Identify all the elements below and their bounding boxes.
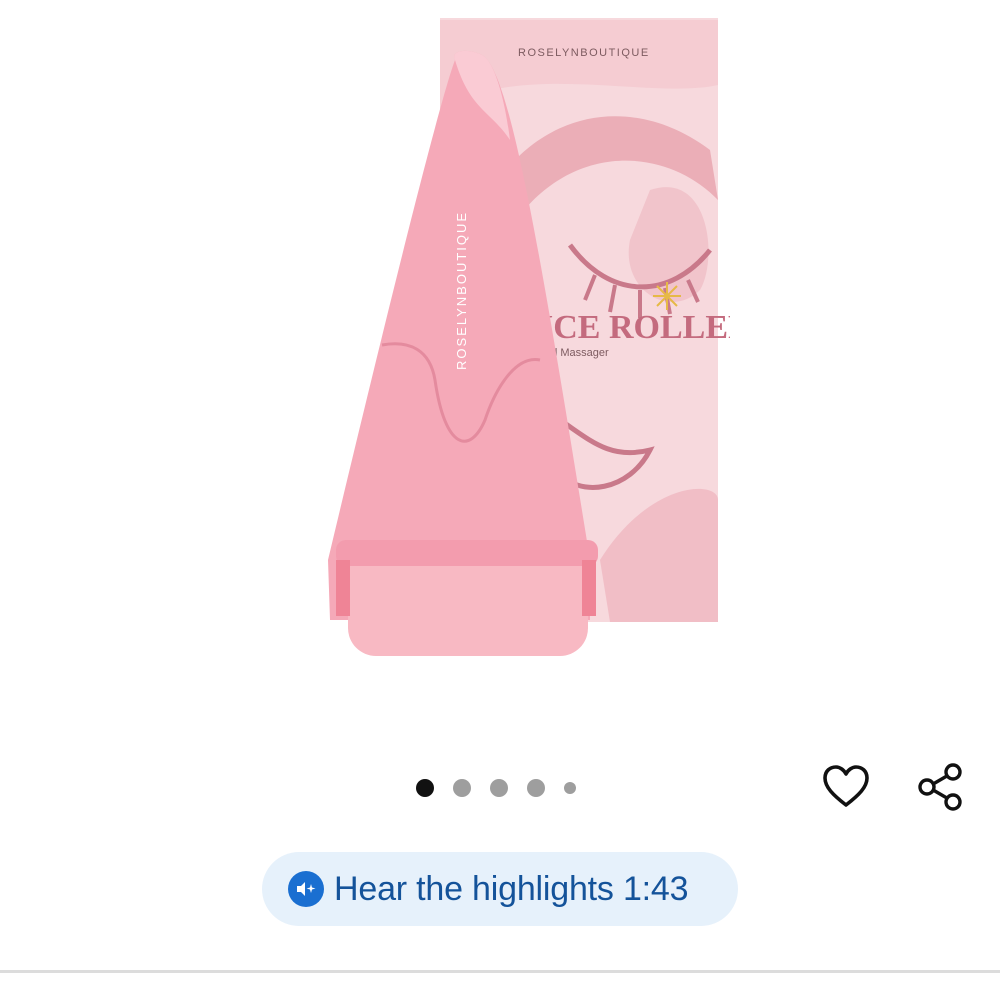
product-image[interactable]: ROSELYNBOUTIQUE ICE ROLLER Facial Massag… (270, 0, 730, 700)
share-button[interactable] (914, 761, 966, 813)
section-divider (0, 970, 1000, 973)
share-icon (918, 763, 962, 811)
carousel-dot-2[interactable] (453, 779, 471, 797)
carousel-dot-5[interactable] (564, 782, 576, 794)
favorite-button[interactable] (820, 761, 872, 813)
hear-highlights-button[interactable]: Hear the highlights 1:43 (262, 852, 738, 926)
box-brand: ROSELYNBOUTIQUE (518, 47, 650, 59)
image-carousel-dots (416, 778, 576, 798)
heart-outline-icon (823, 765, 869, 807)
hear-highlights-label: Hear the highlights 1:43 (334, 869, 689, 908)
audio-sparkle-icon (288, 871, 324, 907)
carousel-dot-1[interactable] (416, 779, 434, 797)
carousel-dot-3[interactable] (490, 779, 508, 797)
roller-brand: ROSELYNBOUTIQUE (454, 211, 469, 370)
box-title: ICE ROLLER (540, 309, 730, 346)
product-illustration: ROSELYNBOUTIQUE ICE ROLLER Facial Massag… (328, 18, 730, 656)
carousel-dot-4[interactable] (527, 779, 545, 797)
